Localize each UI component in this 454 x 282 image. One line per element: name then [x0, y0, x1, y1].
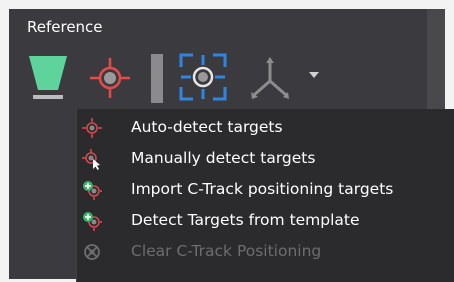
menu-item-label: Auto-detect targets	[131, 118, 283, 136]
detect-targets-icon	[179, 53, 227, 101]
menu-item-detect-template[interactable]: Detect Targets from template	[77, 206, 454, 235]
crosshair-template-icon	[81, 210, 103, 232]
target-icon	[90, 58, 130, 98]
menu-item-label: Detect Targets from template	[131, 211, 360, 229]
axes-dropdown-button[interactable]	[246, 55, 326, 103]
menu-item-label: Import C-Track positioning targets	[131, 180, 394, 198]
crosshair-cursor-icon	[81, 148, 103, 170]
toolbar-separator	[151, 54, 163, 103]
ribbon-title: Reference	[27, 18, 103, 36]
funnel-icon	[29, 56, 67, 99]
menu-item-label: Clear C-Track Positioning	[131, 242, 322, 260]
menu-item-auto-detect[interactable]: Auto-detect targets	[77, 113, 454, 142]
application-window: Reference Auto-detect targets Manually d…	[0, 0, 454, 282]
detect-targets-button[interactable]	[177, 51, 229, 103]
funnel-button[interactable]	[26, 50, 70, 104]
menu-item-clear-ctrack: Clear C-Track Positioning	[77, 237, 454, 266]
menu-item-manual-detect[interactable]: Manually detect targets	[77, 144, 454, 173]
crosshair-add-icon	[81, 179, 103, 201]
menu-item-import-ctrack[interactable]: Import C-Track positioning targets	[77, 175, 454, 204]
targets-dropdown-menu: Auto-detect targets Manually detect targ…	[76, 109, 454, 282]
clear-icon	[81, 241, 103, 263]
axes-icon	[251, 57, 319, 99]
menu-item-label: Manually detect targets	[131, 149, 316, 167]
crosshair-icon	[81, 117, 103, 139]
chevron-down-icon	[309, 72, 319, 78]
target-button[interactable]	[88, 56, 132, 100]
